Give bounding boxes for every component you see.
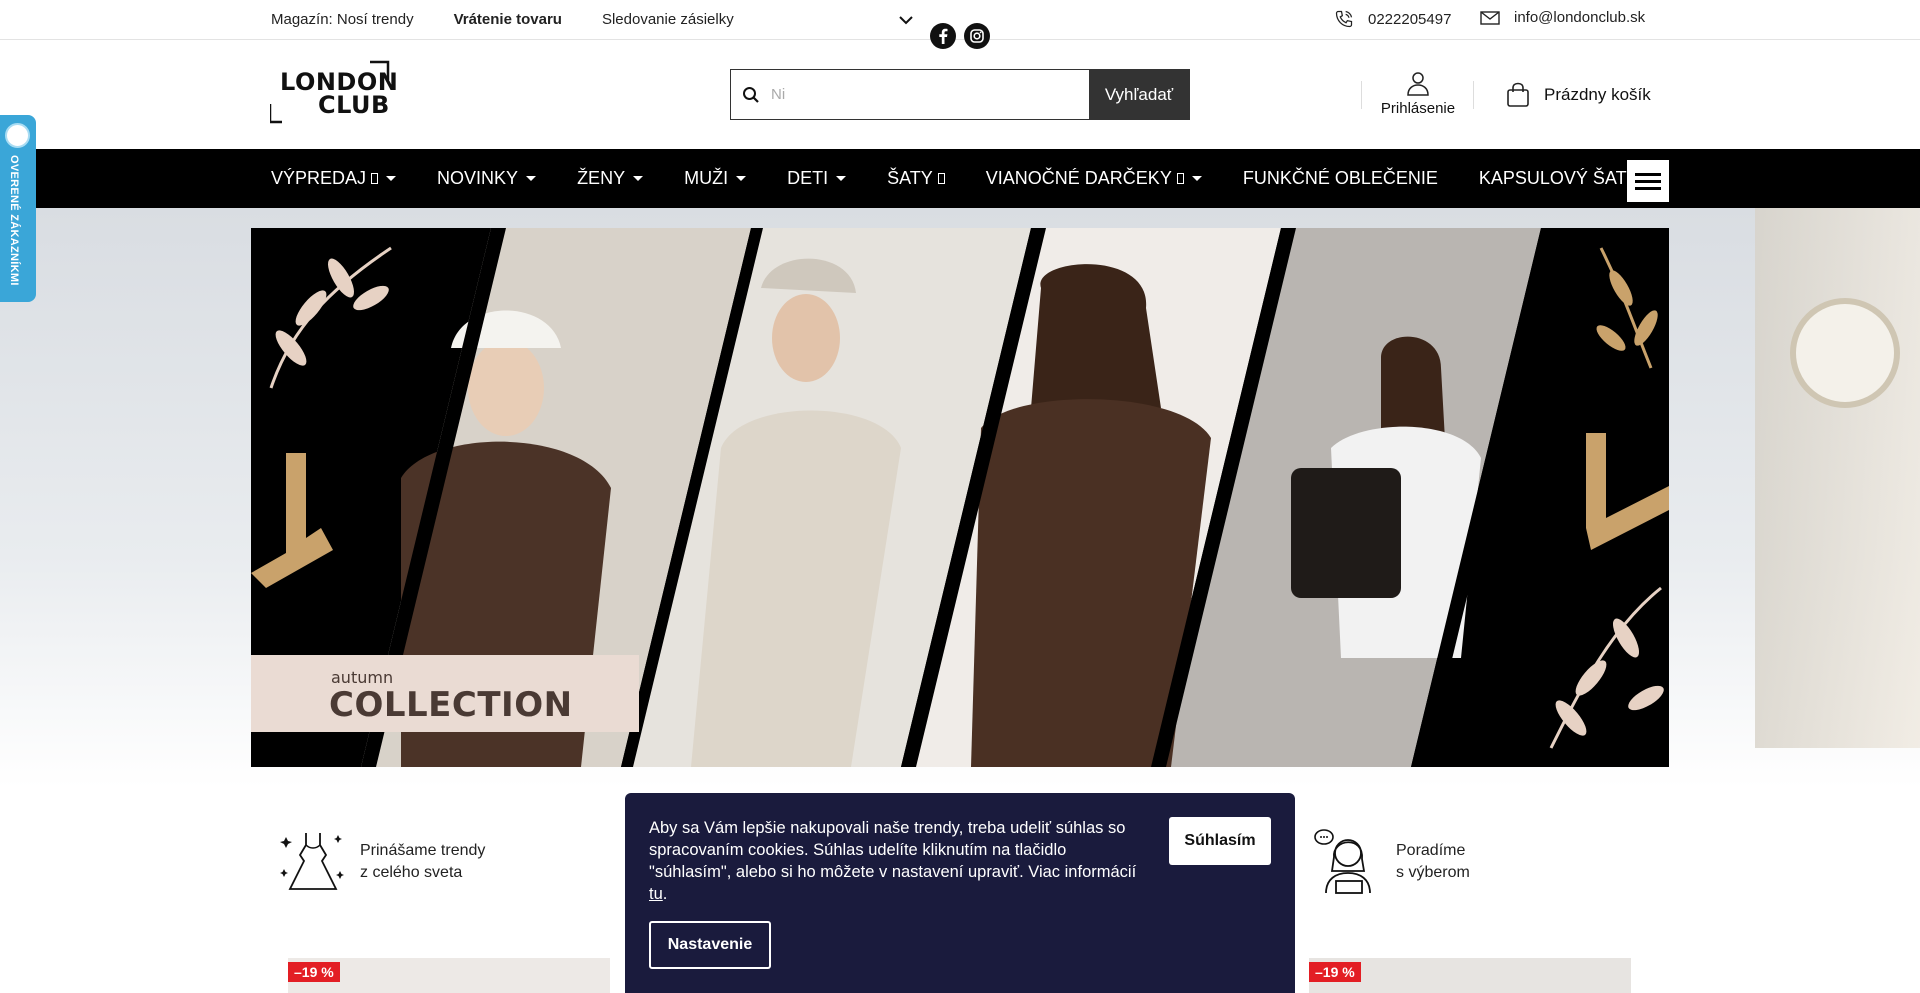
feature-trends-line2: z celého sveta (360, 864, 463, 881)
nav-item-label: FUNKČNÉ OBLEČENIE (1242, 168, 1438, 188)
hamburger-menu-icon[interactable] (1627, 160, 1669, 202)
verified-seal-icon (5, 123, 30, 148)
caret-down-icon (736, 176, 747, 181)
mail-icon (1480, 10, 1500, 25)
returns-link[interactable]: Vrátenie tovaru (454, 11, 562, 28)
cookie-message: Aby sa Vám lepšie nakupovali naše trendy… (649, 817, 1149, 905)
nav-item-šaty[interactable]: ŠATY (887, 168, 945, 189)
promo-title: COLLECTION (329, 685, 573, 725)
shopping-bag-icon (1507, 82, 1529, 107)
caret-down-icon (633, 176, 644, 181)
nav-item-label: ŠATY (887, 168, 933, 188)
promo-label: autumn COLLECTION (251, 655, 639, 732)
nav-item-label: MUŽI (684, 168, 729, 188)
user-icon (1407, 72, 1429, 96)
header-divider (1361, 81, 1362, 109)
search-bar: Vyhľadať (730, 69, 1190, 120)
dress-icon (280, 833, 344, 890)
feature-trends: Prinášame trendy z celého sveta (280, 827, 485, 897)
caret-down-icon (1191, 176, 1202, 181)
logo-text-club: CLUB (318, 91, 390, 119)
phone-icon (1335, 10, 1353, 28)
badge-text: OVERENÉ ZÁKAZNÍKMI (8, 155, 20, 286)
feature-advice-line2: s výberom (1396, 864, 1470, 881)
big-ben-image (1755, 208, 1920, 748)
verified-customers-badge[interactable]: OVERENÉ ZÁKAZNÍKMI (0, 115, 36, 302)
magazine-link[interactable]: Magazín: Nosí trendy (271, 11, 414, 28)
feature-trends-line1: Prinášame trendy (360, 842, 486, 859)
header-divider (1473, 81, 1474, 109)
chevron-down-icon[interactable] (898, 12, 914, 28)
missing-glyph-icon (1176, 173, 1184, 184)
nav-item-novinky[interactable]: NOVINKY (437, 168, 537, 189)
nav-item-label: NOVINKY (437, 168, 519, 188)
email-contact[interactable]: info@londonclub.sk (1480, 9, 1645, 26)
nav-item-label: VÝPREDAJ (271, 168, 367, 188)
nav-item-ženy[interactable]: ŽENY (577, 168, 644, 189)
email-address: info@londonclub.sk (1514, 9, 1646, 26)
nav-item-funkčné-oblečenie[interactable]: FUNKČNÉ OBLEČENIE (1243, 168, 1438, 189)
discount-badge: –19 % (1309, 962, 1361, 982)
nav-item-deti[interactable]: DETI (787, 168, 847, 189)
cookie-settings-button[interactable]: Nastavenie (649, 921, 771, 969)
site-logo[interactable]: LONDON CLUB (270, 60, 398, 124)
instagram-icon[interactable] (964, 23, 990, 49)
missing-glyph-icon (937, 173, 945, 184)
nav-item-label: DETI (787, 168, 829, 188)
nav-item-muži[interactable]: MUŽI (684, 168, 747, 189)
cart-button[interactable]: Prázdny košík (1506, 82, 1651, 108)
nav-item-výpredaj[interactable]: VÝPREDAJ (271, 168, 397, 189)
search-icon (731, 70, 771, 119)
cookie-agree-button[interactable]: Súhlasím (1169, 817, 1271, 865)
feature-advice-line1: Poradíme (1396, 842, 1466, 859)
caret-down-icon (836, 176, 847, 181)
support-agent-icon (1314, 829, 1371, 894)
tracking-link[interactable]: Sledovanie zásielky (602, 11, 734, 28)
login-button[interactable]: Prihlásenie (1378, 70, 1458, 117)
phone-contact[interactable]: 0222205497 (1334, 9, 1451, 29)
cookie-message-end: . (662, 885, 668, 903)
nav-item-label: ŽENY (577, 168, 626, 188)
search-input[interactable] (771, 70, 1089, 119)
cookie-info-link[interactable]: tu (649, 885, 663, 903)
clock-face-image (1790, 298, 1900, 408)
facebook-icon[interactable] (930, 23, 956, 49)
missing-glyph-icon (371, 173, 379, 184)
discount-badge: –19 % (288, 962, 340, 982)
cart-label: Prázdny košík (1544, 85, 1651, 104)
top-links: Magazín: Nosí trendy Vrátenie tovaru Sle… (271, 11, 774, 28)
caret-down-icon (386, 176, 397, 181)
social-links (930, 23, 990, 49)
nav-item-vianočné-darčeky[interactable]: VIANOČNÉ DARČEKY (986, 168, 1202, 189)
search-button[interactable]: Vyhľadať (1089, 70, 1189, 119)
cookie-consent-dialog: Aby sa Vám lepšie nakupovali naše trendy… (625, 793, 1295, 993)
hero-banner[interactable]: autumn COLLECTION (251, 228, 1669, 767)
feature-advice: Poradíme s výberom (1314, 827, 1470, 897)
cookie-message-text: Aby sa Vám lepšie nakupovali naše trendy… (649, 819, 1137, 881)
caret-down-icon (526, 176, 537, 181)
nav-item-label: VIANOČNÉ DARČEKY (985, 168, 1172, 188)
login-label: Prihlásenie (1380, 100, 1456, 117)
phone-number: 0222205497 (1368, 10, 1452, 28)
